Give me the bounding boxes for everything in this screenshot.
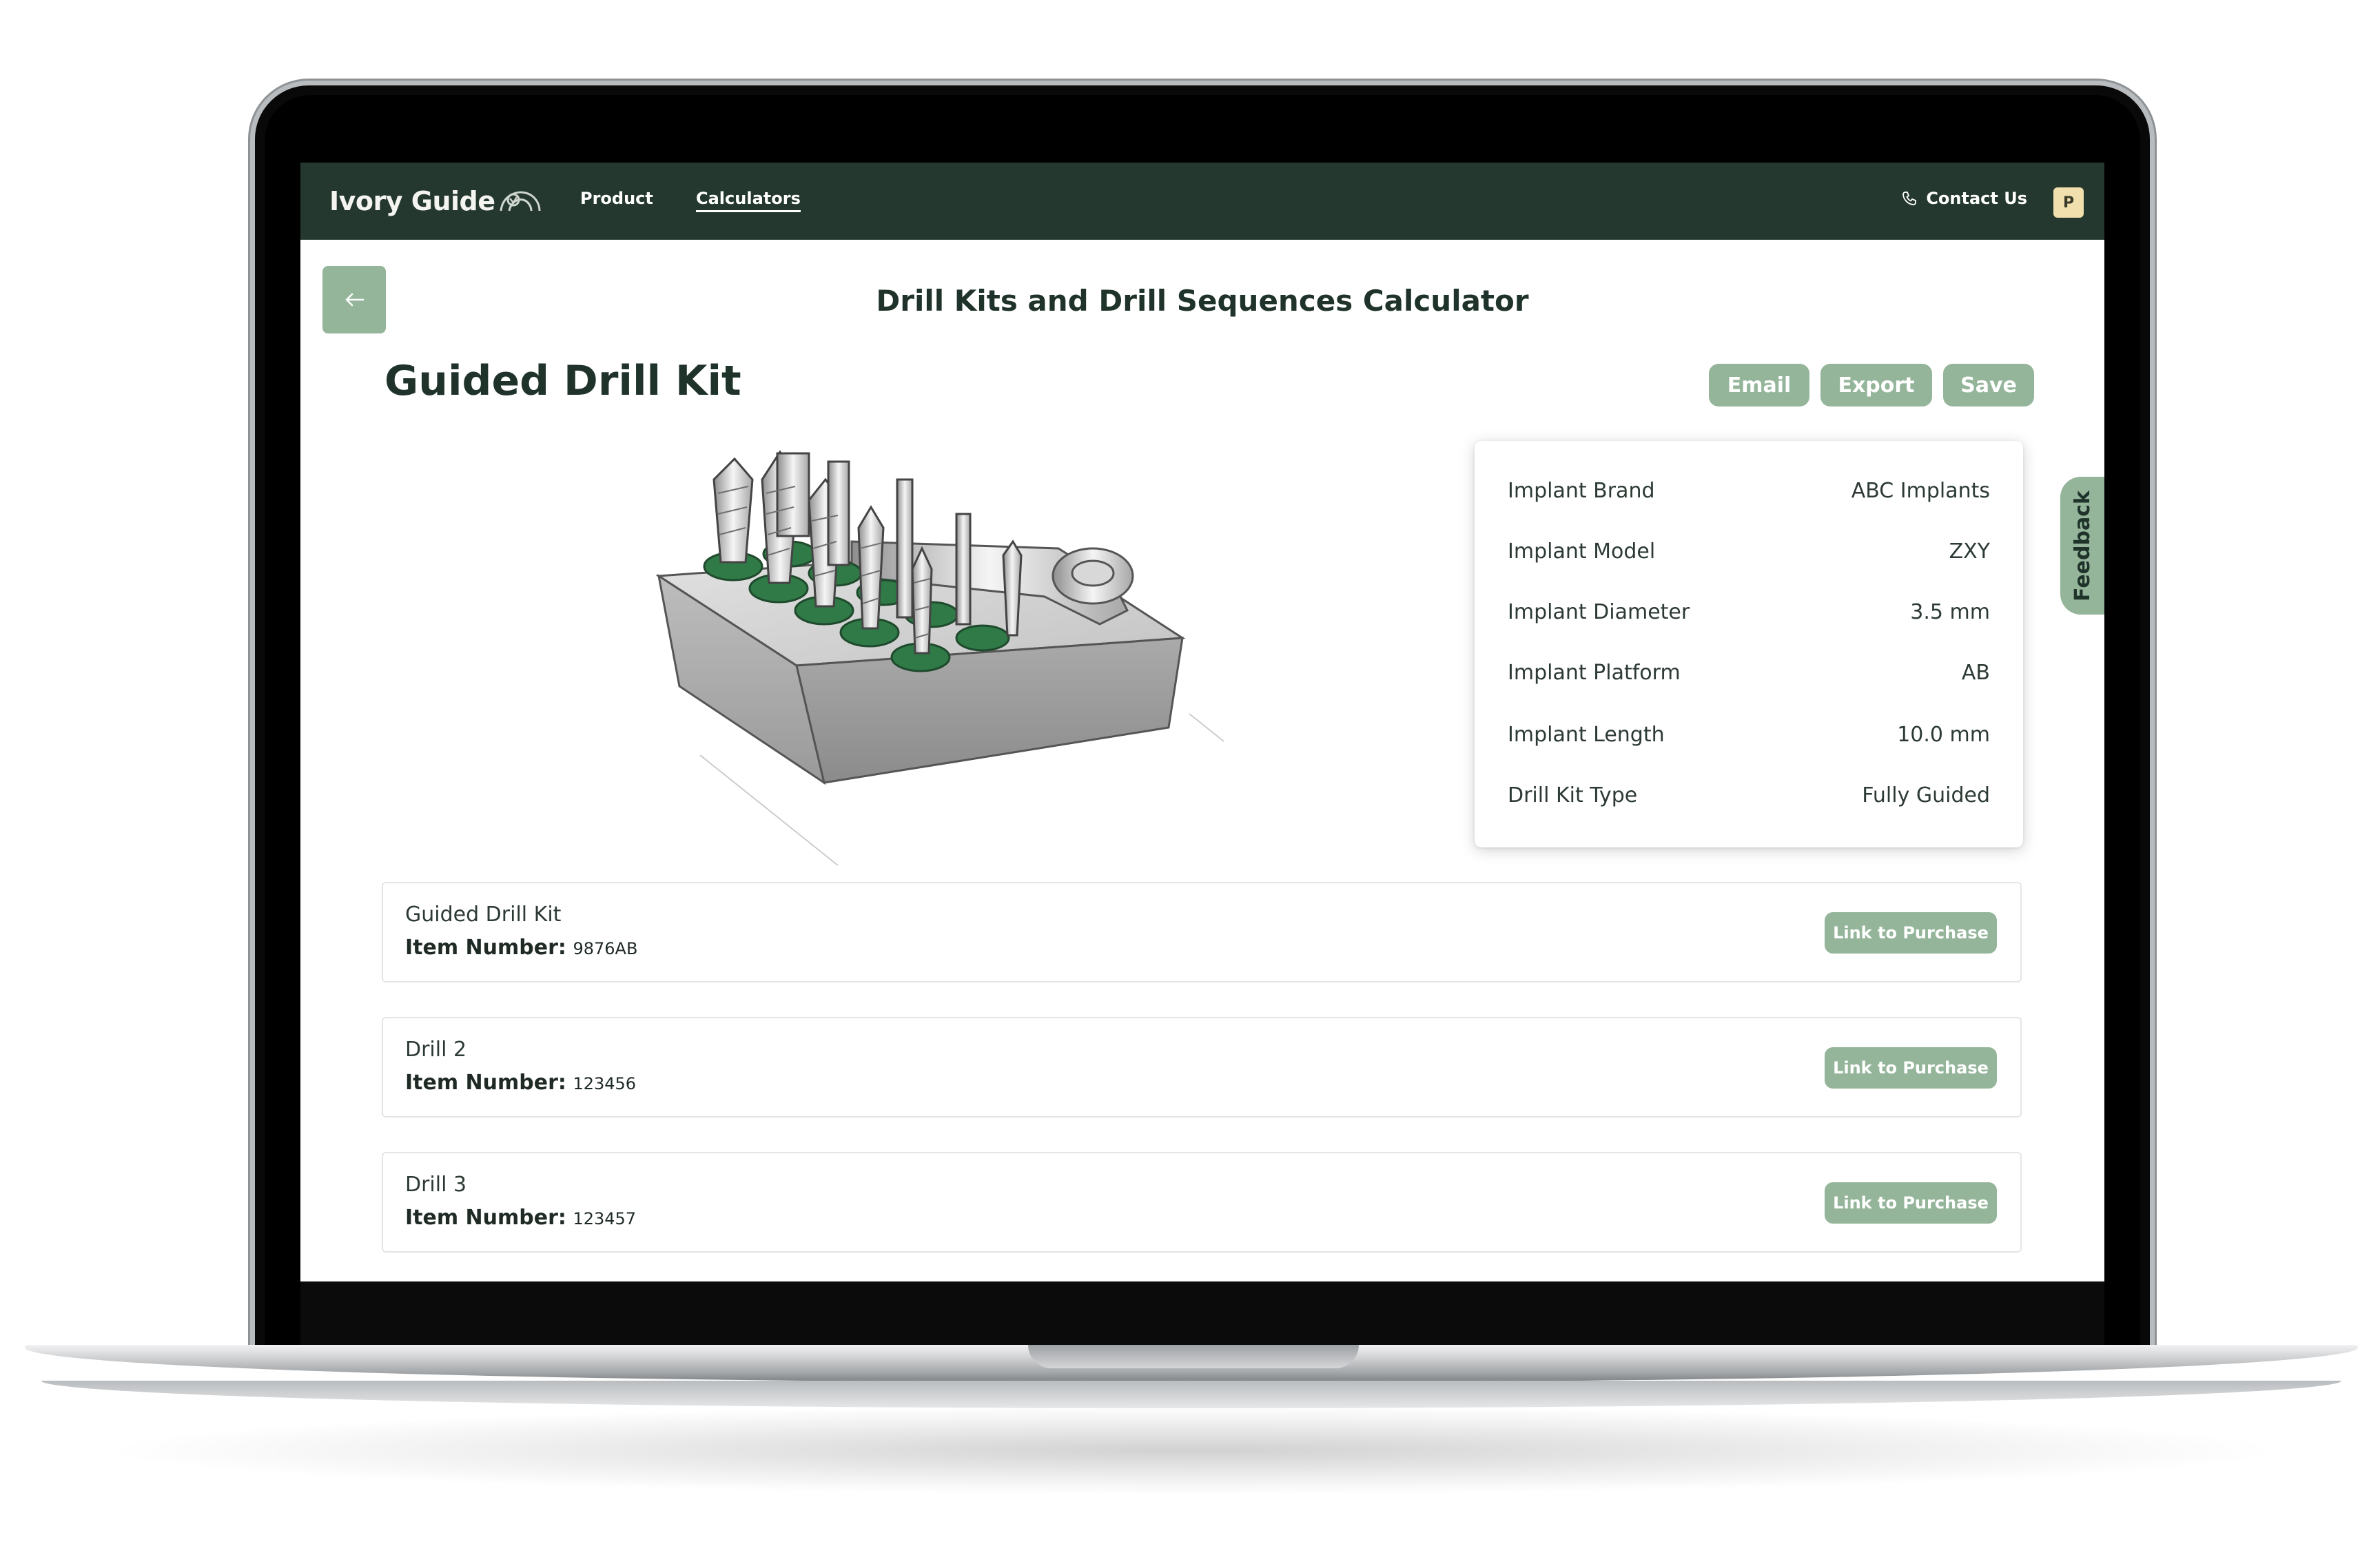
tooth-logo-icon xyxy=(500,191,540,212)
list-item: Guided Drill Kit Item Number: 9876AB Lin… xyxy=(382,882,2022,982)
item-number: Item Number: 9876AB xyxy=(405,936,637,960)
drill-kit-illustration xyxy=(655,450,1224,866)
item-name: Drill 3 xyxy=(405,1173,467,1197)
list-item: Drill 2 Item Number: 123456 Link to Purc… xyxy=(382,1017,2022,1118)
spec-row-platform: Implant Platform AB xyxy=(1508,652,1990,693)
nav-link-product[interactable]: Product xyxy=(580,189,653,208)
spec-row-kit-type: Drill Kit Type Fully Guided xyxy=(1508,774,1990,816)
item-number: Item Number: 123456 xyxy=(405,1071,636,1095)
email-button[interactable]: Email xyxy=(1709,364,1809,406)
spec-row-diameter: Implant Diameter 3.5 mm xyxy=(1508,591,1990,632)
link-to-purchase-button[interactable]: Link to Purchase xyxy=(1825,1182,1997,1224)
link-to-purchase-button[interactable]: Link to Purchase xyxy=(1825,912,1997,954)
spec-label: Implant Brand xyxy=(1508,478,1655,503)
spec-value: Fully Guided xyxy=(1862,783,1990,807)
item-number-value: 123457 xyxy=(573,1209,637,1228)
export-button[interactable]: Export xyxy=(1820,364,1932,406)
contact-us-label: Contact Us xyxy=(1926,189,2027,208)
page-title: Drill Kits and Drill Sequences Calculato… xyxy=(876,284,1529,318)
spec-value: 3.5 mm xyxy=(1910,599,1990,624)
section-title: Guided Drill Kit xyxy=(384,357,741,405)
list-item: Drill 3 Item Number: 123457 Link to Purc… xyxy=(382,1152,2022,1253)
user-avatar[interactable]: P xyxy=(2053,187,2084,218)
contact-us-link[interactable]: Contact Us xyxy=(1901,189,2027,208)
spec-label: Implant Platform xyxy=(1508,660,1681,685)
spec-row-model: Implant Model ZXY xyxy=(1508,531,1990,572)
app-screen: Ivory Guide Product Calculators Contact … xyxy=(300,163,2104,1281)
spec-value: ABC Implants xyxy=(1851,478,1990,503)
item-number-label: Item Number: xyxy=(405,1206,566,1230)
nav-link-calculators[interactable]: Calculators xyxy=(696,189,801,212)
laptop-shadow xyxy=(96,1405,2288,1495)
laptop-notch xyxy=(1028,1345,1359,1368)
feedback-label: Feedback xyxy=(2070,490,2095,601)
spec-row-brand: Implant Brand ABC Implants xyxy=(1508,470,1990,511)
laptop-chin xyxy=(300,1281,2104,1346)
top-navbar: Ivory Guide Product Calculators Contact … xyxy=(300,163,2104,240)
spec-value: AB xyxy=(1961,660,1990,685)
link-to-purchase-button[interactable]: Link to Purchase xyxy=(1825,1047,1997,1089)
spec-value: 10.0 mm xyxy=(1897,722,1990,747)
laptop-base-lip xyxy=(41,1381,2341,1408)
implant-spec-card: Implant Brand ABC Implants Implant Model… xyxy=(1475,441,2023,847)
item-number-label: Item Number: xyxy=(405,936,566,960)
spec-value: ZXY xyxy=(1949,539,1990,564)
item-name: Guided Drill Kit xyxy=(405,903,562,927)
spec-label: Implant Length xyxy=(1508,722,1665,747)
spec-label: Drill Kit Type xyxy=(1508,783,1638,807)
item-number-label: Item Number: xyxy=(405,1071,566,1095)
item-number: Item Number: 123457 xyxy=(405,1206,636,1230)
phone-icon xyxy=(1902,192,1917,205)
spec-row-length: Implant Length 10.0 mm xyxy=(1508,714,1990,755)
brand-logo[interactable]: Ivory Guide xyxy=(329,181,542,222)
save-button[interactable]: Save xyxy=(1943,364,2034,406)
spec-label: Implant Model xyxy=(1508,539,1656,564)
item-number-value: 123456 xyxy=(573,1074,637,1093)
item-number-value: 9876AB xyxy=(573,939,638,958)
feedback-tab[interactable]: Feedback xyxy=(2060,477,2104,615)
brand-name: Ivory Guide xyxy=(329,186,495,216)
spec-label: Implant Diameter xyxy=(1508,599,1690,624)
item-name: Drill 2 xyxy=(405,1038,467,1062)
